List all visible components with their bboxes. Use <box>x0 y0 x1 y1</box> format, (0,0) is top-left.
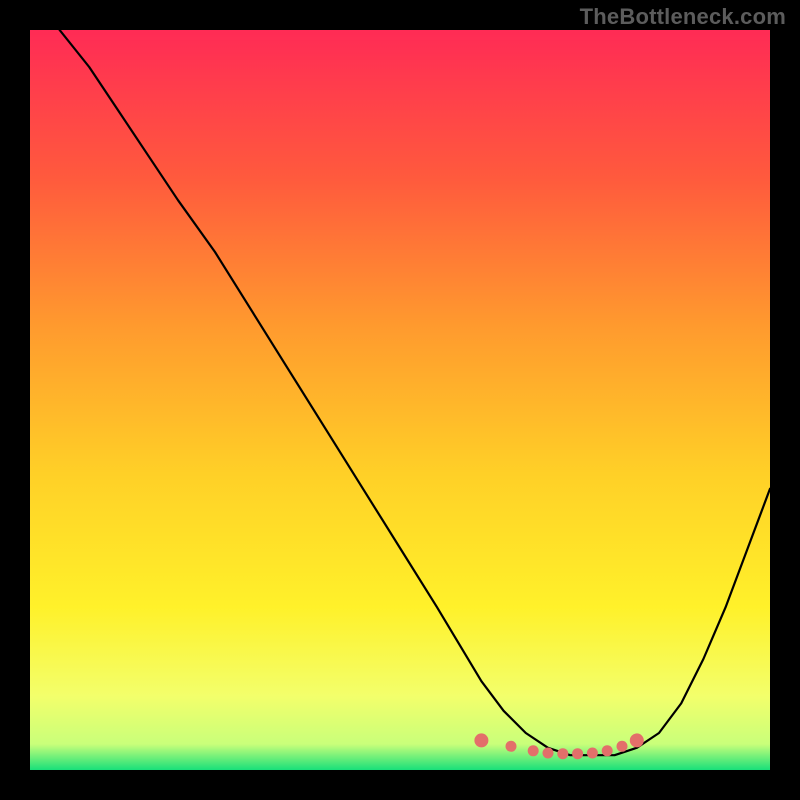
marker-dot <box>587 748 598 759</box>
bottleneck-curve <box>60 30 770 755</box>
marker-dot <box>572 748 583 759</box>
marker-dot <box>543 748 554 759</box>
watermark-text: TheBottleneck.com <box>580 4 786 30</box>
marker-dot <box>617 741 628 752</box>
curve-layer <box>30 30 770 770</box>
marker-dot <box>474 733 488 747</box>
marker-dot <box>528 745 539 756</box>
marker-dot <box>602 745 613 756</box>
highlight-markers <box>474 733 643 759</box>
chart-frame: TheBottleneck.com <box>0 0 800 800</box>
plot-area <box>30 30 770 770</box>
marker-dot <box>630 733 644 747</box>
marker-dot <box>506 741 517 752</box>
marker-dot <box>557 748 568 759</box>
